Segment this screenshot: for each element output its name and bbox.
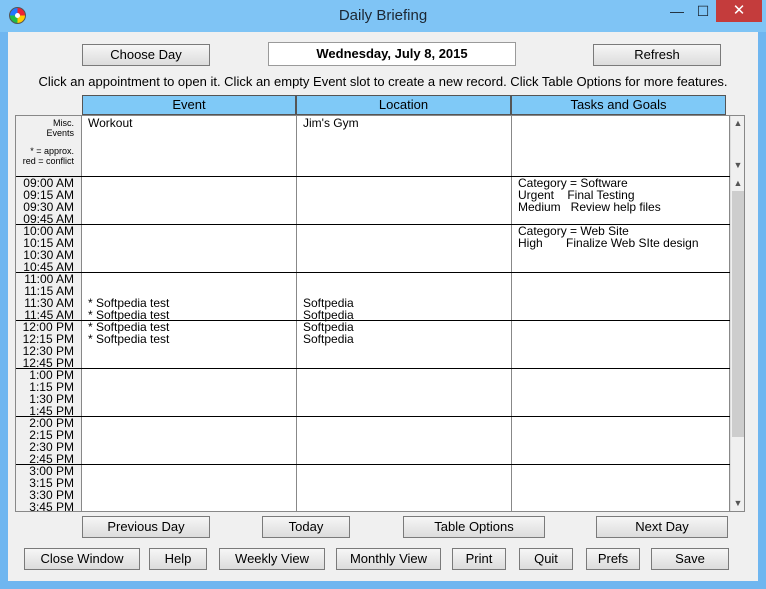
column-header-event: Event: [82, 95, 296, 115]
maximize-button[interactable]: ☐: [690, 0, 716, 22]
current-date-display: Wednesday, July 8, 2015: [268, 42, 516, 66]
instructions-text: Click an appointment to open it. Click a…: [38, 74, 728, 89]
prefs-button[interactable]: Prefs: [586, 548, 640, 570]
location-entry[interactable]: Softpedia: [303, 333, 354, 345]
minimize-button[interactable]: —: [664, 0, 690, 22]
next-day-button[interactable]: Next Day: [596, 516, 728, 538]
tasks-scrollbar[interactable]: ▲ ▼ ▲ ▼: [730, 116, 744, 511]
refresh-button[interactable]: Refresh: [593, 44, 721, 66]
title-bar[interactable]: Daily Briefing — ☐ ✕: [0, 0, 766, 32]
scroll-down-arrow-icon[interactable]: ▼: [731, 496, 745, 510]
close-window-x-button[interactable]: ✕: [716, 0, 762, 22]
monthly-view-button[interactable]: Monthly View: [336, 548, 441, 570]
scroll-down-arrow-icon[interactable]: ▼: [731, 158, 745, 172]
client-area: Choose Day Wednesday, July 8, 2015 Refre…: [8, 32, 758, 581]
scroll-thumb[interactable]: [732, 191, 744, 437]
schedule-table: Misc. Events * = approx. red = conflict …: [15, 115, 745, 514]
daily-briefing-window: Daily Briefing — ☐ ✕ Choose Day Wednesda…: [0, 0, 766, 589]
choose-day-button[interactable]: Choose Day: [82, 44, 210, 66]
misc-label: Misc.: [53, 118, 74, 128]
previous-day-button[interactable]: Previous Day: [82, 516, 210, 538]
close-window-button[interactable]: Close Window: [24, 548, 140, 570]
column-header-tasks: Tasks and Goals: [511, 95, 726, 115]
print-button[interactable]: Print: [452, 548, 506, 570]
misc-event-workout[interactable]: Workout: [88, 117, 132, 129]
task-item[interactable]: High Finalize Web SIte design: [518, 237, 699, 249]
help-button[interactable]: Help: [149, 548, 207, 570]
quit-button[interactable]: Quit: [519, 548, 573, 570]
hour-divider: [16, 272, 730, 273]
events-label: Events: [46, 128, 74, 138]
time-slot-label: 3:45 PM: [29, 500, 74, 514]
scroll-up-arrow-icon[interactable]: ▲: [731, 116, 745, 130]
hour-divider: [16, 416, 730, 417]
today-button[interactable]: Today: [262, 516, 350, 538]
weekly-view-button[interactable]: Weekly View: [219, 548, 325, 570]
task-item[interactable]: Medium Review help files: [518, 201, 661, 213]
table-options-button[interactable]: Table Options: [403, 516, 545, 538]
misc-location[interactable]: Jim's Gym: [303, 117, 359, 129]
column-header-location: Location: [296, 95, 511, 115]
window-title: Daily Briefing: [338, 7, 428, 24]
event-entry[interactable]: * Softpedia test: [88, 333, 169, 345]
hour-divider: [16, 368, 730, 369]
approx-legend: * = approx.: [30, 146, 74, 156]
save-button[interactable]: Save: [651, 548, 729, 570]
conflict-legend: red = conflict: [22, 156, 74, 166]
hour-divider: [16, 464, 730, 465]
scroll-up-arrow-icon[interactable]: ▲: [731, 176, 745, 190]
